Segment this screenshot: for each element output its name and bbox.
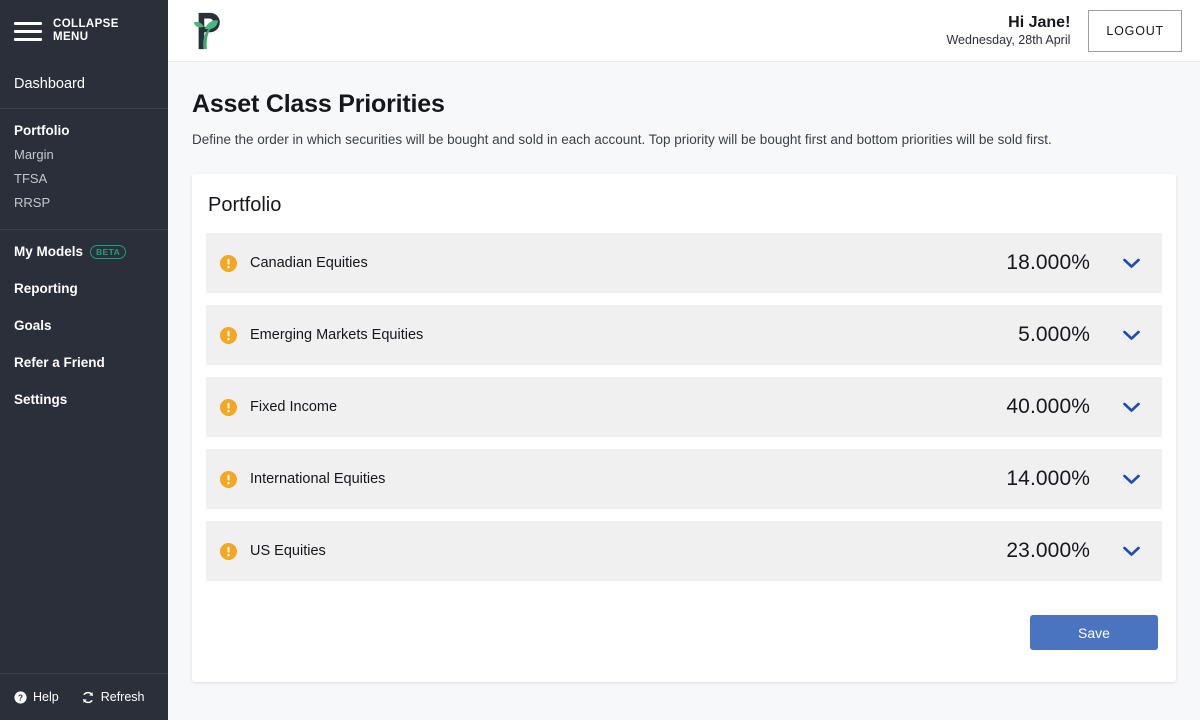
sidebar-item-goals[interactable]: Goals <box>14 318 168 333</box>
asset-class-card: Portfolio Canadian Equities 18.000% Emer… <box>192 174 1176 682</box>
plant-p-logo <box>193 12 220 49</box>
row-expand-button[interactable] <box>1118 546 1144 557</box>
sidebar-item-refer-a-friend-label: Refer a Friend <box>14 355 105 370</box>
sidebar-item-reporting[interactable]: Reporting <box>14 281 168 296</box>
warning-icon <box>220 542 237 560</box>
row-left: US Equities <box>220 542 1006 560</box>
table-row[interactable]: Fixed Income 40.000% <box>206 377 1162 437</box>
sidebar-item-rrsp[interactable]: RRSP <box>14 195 168 210</box>
topbar: Hi Jane! Wednesday, 28th April LOGOUT <box>168 0 1200 62</box>
main-content: Asset Class Priorities Define the order … <box>168 62 1200 720</box>
question-circle-icon: ? <box>14 690 27 704</box>
asset-class-percent: 18.000% <box>1006 251 1090 274</box>
refresh-button[interactable]: Refresh <box>81 690 145 704</box>
sidebar-item-dashboard-label: Dashboard <box>14 76 85 92</box>
help-label: Help <box>33 690 59 704</box>
sidebar-item-goals-label: Goals <box>14 318 52 333</box>
sidebar-item-portfolio[interactable]: Portfolio <box>14 123 168 138</box>
asset-class-percent: 40.000% <box>1006 395 1090 418</box>
sidebar-footer: ? Help Refresh <box>0 673 168 720</box>
sidebar-account-group: Portfolio Margin TFSA RRSP <box>0 109 168 230</box>
help-button[interactable]: ? Help <box>14 690 59 704</box>
card-actions: Save <box>206 593 1162 650</box>
row-expand-button[interactable] <box>1118 402 1144 413</box>
asset-class-label: International Equities <box>250 471 386 487</box>
sidebar-item-refer-a-friend[interactable]: Refer a Friend <box>14 355 168 370</box>
content-area: Hi Jane! Wednesday, 28th April LOGOUT As… <box>168 0 1200 720</box>
warning-icon <box>220 326 237 344</box>
page-description: Define the order in which securities wil… <box>192 132 1052 147</box>
sidebar-item-reporting-label: Reporting <box>14 281 78 296</box>
chevron-down-icon <box>1122 258 1140 268</box>
refresh-icon <box>82 691 93 703</box>
asset-class-percent: 14.000% <box>1006 467 1090 490</box>
collapse-menu-button[interactable]: COLLAPSE MENU <box>0 0 168 62</box>
table-row[interactable]: US Equities 23.000% <box>206 521 1162 581</box>
row-left: Canadian Equities <box>220 254 1006 272</box>
chevron-down-icon <box>1122 402 1140 412</box>
row-left: Emerging Markets Equities <box>220 326 1018 344</box>
card-title: Portfolio <box>208 194 282 216</box>
sidebar-main-nav: My Models BETA Reporting Goals Refer a F… <box>0 230 168 429</box>
chevron-down-icon <box>1122 474 1140 484</box>
row-expand-button[interactable] <box>1118 330 1144 341</box>
warning-icon <box>220 398 237 416</box>
refresh-label: Refresh <box>100 690 145 704</box>
svg-text:?: ? <box>18 693 23 702</box>
greeting-text: Hi Jane! <box>1008 13 1071 31</box>
app-root: COLLAPSE MENU Dashboard Portfolio Margin… <box>0 0 1200 720</box>
beta-badge: BETA <box>90 244 127 259</box>
chevron-down-icon <box>1122 546 1140 556</box>
page-title: Asset Class Priorities <box>192 90 445 118</box>
sidebar: COLLAPSE MENU Dashboard Portfolio Margin… <box>0 0 168 720</box>
asset-class-label: Canadian Equities <box>250 255 368 271</box>
chevron-down-icon <box>1122 330 1140 340</box>
asset-class-label: Fixed Income <box>250 399 338 415</box>
asset-class-percent: 5.000% <box>1018 323 1090 346</box>
save-button[interactable]: Save <box>1030 615 1158 650</box>
sidebar-item-margin[interactable]: Margin <box>14 147 168 162</box>
sidebar-item-my-models[interactable]: My Models BETA <box>14 244 168 259</box>
sidebar-item-settings-label: Settings <box>14 392 68 407</box>
collapse-menu-label: COLLAPSE MENU <box>53 18 119 43</box>
sidebar-item-tfsa[interactable]: TFSA <box>14 171 168 186</box>
warning-icon <box>220 470 237 488</box>
asset-class-percent: 23.000% <box>1006 539 1090 562</box>
table-row[interactable]: Canadian Equities 18.000% <box>206 233 1162 293</box>
asset-class-label: US Equities <box>250 543 326 559</box>
current-date: Wednesday, 28th April <box>946 32 1071 47</box>
sidebar-item-settings[interactable]: Settings <box>14 392 168 407</box>
row-expand-button[interactable] <box>1118 474 1144 485</box>
row-left: Fixed Income <box>220 398 1006 416</box>
asset-class-label: Emerging Markets Equities <box>250 327 424 343</box>
row-expand-button[interactable] <box>1118 258 1144 269</box>
user-greeting: Hi Jane! Wednesday, 28th April <box>946 13 1070 49</box>
table-row[interactable]: Emerging Markets Equities 5.000% <box>206 305 1162 365</box>
warning-icon <box>220 254 237 272</box>
row-left: International Equities <box>220 470 1006 488</box>
table-row[interactable]: International Equities 14.000% <box>206 449 1162 509</box>
sidebar-item-my-models-label: My Models <box>14 244 84 259</box>
sidebar-item-dashboard[interactable]: Dashboard <box>0 62 168 109</box>
hamburger-icon <box>14 21 42 41</box>
logout-button[interactable]: LOGOUT <box>1088 9 1182 52</box>
